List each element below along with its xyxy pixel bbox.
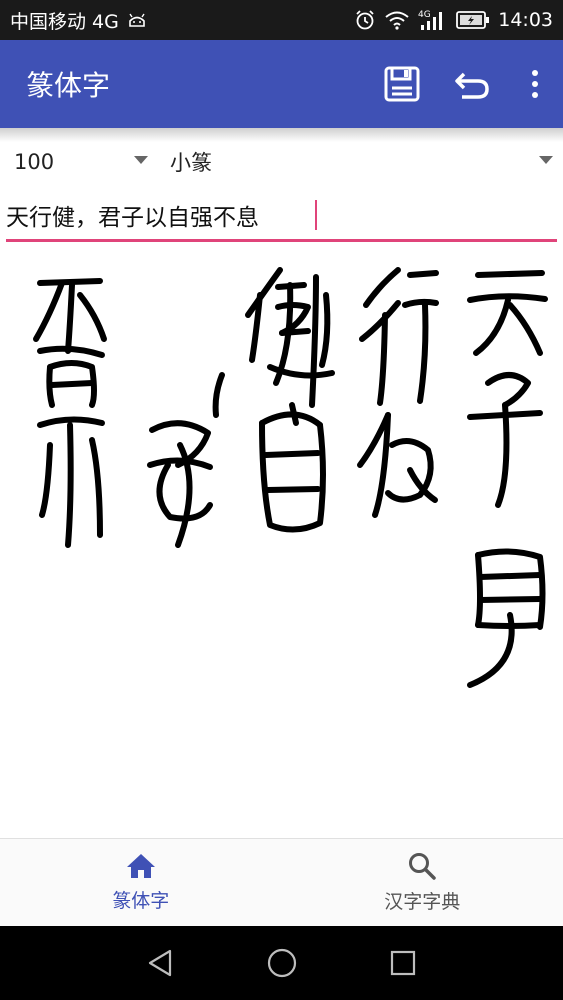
font-style-dropdown[interactable]: 小篆 [158,140,563,184]
system-navigation-bar [0,926,563,1000]
nav-item-seal-script[interactable]: 篆体字 [0,839,282,926]
network-type-label: 4G [418,10,431,20]
size-value: 100 [14,150,55,174]
nav-item-dictionary[interactable]: 汉字字典 [282,839,563,926]
text-caret [315,200,317,230]
seal-glyph [467,548,546,688]
more-options-button[interactable] [507,40,563,128]
seal-glyph [245,267,335,408]
font-style-value: 小篆 [170,151,212,175]
search-icon [409,853,436,880]
wifi-icon [384,10,410,30]
seal-glyph [357,412,438,518]
seal-glyph [467,270,548,356]
text-input[interactable] [6,192,557,238]
android-debug-icon [127,12,147,28]
undo-icon [455,72,489,99]
undo-button[interactable] [437,40,507,128]
seal-glyph [259,402,326,533]
recents-icon [390,950,415,976]
clock: 14:03 [498,9,553,31]
seal-glyph [33,278,107,358]
status-bar: 中国移动 4G 4G 14:03 [0,0,563,40]
controls-row: 100 小篆 [0,140,563,184]
home-button[interactable] [252,933,312,993]
seal-script-canvas [33,267,548,688]
back-button[interactable] [131,933,191,993]
signal-icon: 4G [418,8,448,32]
back-icon [148,949,171,977]
size-dropdown[interactable]: 100 [0,140,158,184]
text-input-wrapper [6,192,557,242]
more-vert-icon [532,70,538,98]
nav-label: 汉字字典 [384,891,461,913]
seal-glyph [37,360,105,548]
recents-button[interactable] [373,933,433,993]
app-bar: 篆体字 [0,40,563,128]
save-button[interactable] [367,40,437,128]
home-circle-icon [267,948,296,978]
battery-icon [456,11,490,29]
alarm-icon [354,9,376,31]
nav-label: 篆体字 [112,890,170,912]
bottom-navigation: 篆体字 汉字字典 [0,838,563,926]
seal-glyph [467,372,543,508]
app-actions [367,40,563,128]
carrier-label: 中国移动 4G [10,10,119,33]
home-icon [126,854,155,878]
seal-glyph [359,267,439,406]
save-icon [384,66,420,102]
dropdown-arrow-icon [539,156,553,164]
status-left: 中国移动 4G [10,7,147,34]
dropdown-arrow-icon [134,156,148,164]
status-right: 4G 14:03 [354,8,553,32]
app-title: 篆体字 [26,69,111,102]
seal-glyph [147,372,225,548]
